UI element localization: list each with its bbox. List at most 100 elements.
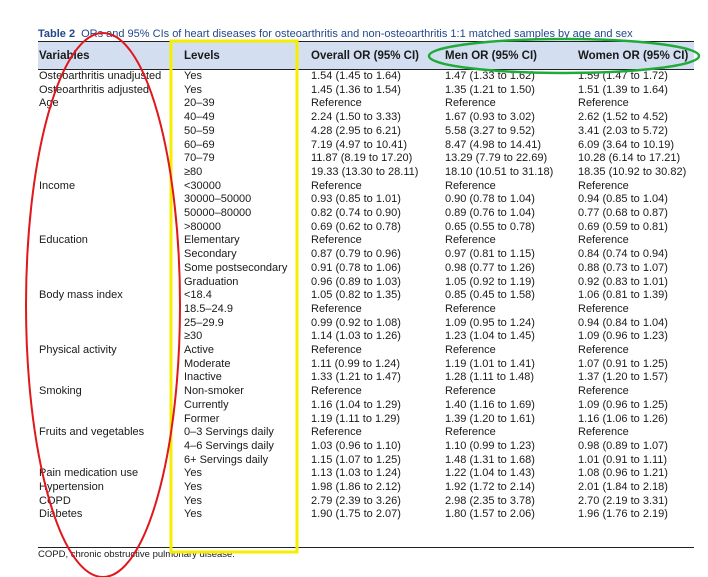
row-level: Yes xyxy=(184,494,202,507)
row-level: 40–49 xyxy=(184,111,215,124)
row-women-or: 0.94 (0.85 to 1.04) xyxy=(578,193,668,206)
row-overall-or: 2.79 (2.39 to 3.26) xyxy=(311,494,401,507)
row-overall-or: Reference xyxy=(311,234,362,247)
row-men-or: 0.98 (0.77 to 1.26) xyxy=(445,261,535,274)
row-women-or: 1.16 (1.06 to 1.26) xyxy=(578,412,668,425)
row-level: Yes xyxy=(184,481,202,493)
row-variable: Fruits and vegetables xyxy=(39,426,145,439)
row-men-or: 2.98 (2.35 to 3.78) xyxy=(445,494,535,507)
row-level: Inactive xyxy=(184,371,222,384)
row-level: Yes xyxy=(184,70,202,82)
row-women-or: 0.92 (0.83 to 1.01) xyxy=(578,275,668,288)
row-overall-or: Reference xyxy=(311,97,362,110)
document-page: Table 2 ORs and 95% CIs of heart diseases… xyxy=(0,0,708,577)
row-variable: Education xyxy=(39,234,88,247)
row-overall-or: 1.14 (1.03 to 1.26) xyxy=(311,330,401,343)
row-level: <30000 xyxy=(184,179,222,192)
row-women-or: 6.09 (3.64 to 10.19) xyxy=(578,138,675,151)
row-variable: Body mass index xyxy=(39,289,123,302)
row-women-or: 2.70 (2.19 to 3.31) xyxy=(578,494,668,507)
row-level: Secondary xyxy=(184,248,237,261)
row-women-or: 0.69 (0.59 to 0.81) xyxy=(578,220,668,233)
row-variable: Pain medication use xyxy=(39,467,139,480)
row-women-or: Reference xyxy=(578,234,629,247)
row-overall-or: 1.13 (1.03 to 1.24) xyxy=(311,467,401,480)
row-men-or: 1.10 (0.99 to 1.23) xyxy=(445,439,535,452)
row-women-or: 1.96 (1.76 to 2.19) xyxy=(578,508,668,521)
row-men-or: 1.19 (1.01 to 1.41) xyxy=(445,357,535,370)
row-men-or: Reference xyxy=(445,97,496,110)
row-level: 50–59 xyxy=(184,124,215,137)
row-overall-or: 19.33 (13.30 to 28.11) xyxy=(311,165,419,178)
row-men-or: 1.28 (1.11 to 1.48) xyxy=(445,371,535,384)
row-overall-or: 1.19 (1.11 to 1.29) xyxy=(311,412,401,425)
table-caption: Table 2 ORs and 95% CIs of heart diseases… xyxy=(38,27,694,41)
row-women-or: Reference xyxy=(578,302,629,315)
row-level: >80000 xyxy=(184,220,222,233)
row-overall-or: 4.28 (2.95 to 6.21) xyxy=(311,124,401,137)
row-women-or: Reference xyxy=(578,344,629,356)
row-variable: Smoking xyxy=(39,385,82,398)
row-men-or: 5.58 (3.27 to 9.52) xyxy=(445,124,535,137)
row-men-or: 1.80 (1.57 to 2.06) xyxy=(445,508,535,521)
row-overall-or: 1.15 (1.07 to 1.25) xyxy=(311,453,401,466)
row-overall-or: 0.69 (0.62 to 0.78) xyxy=(311,220,401,233)
row-level: 60–69 xyxy=(184,138,215,151)
row-women-or: 1.08 (0.96 to 1.21) xyxy=(578,467,668,480)
caption-text: ORs and 95% CIs of heart diseases for os… xyxy=(81,28,633,40)
row-overall-or: 1.03 (0.96 to 1.10) xyxy=(311,439,401,452)
top-rule xyxy=(38,41,694,42)
header-women: Women OR (95% CI) xyxy=(578,50,689,62)
row-level: Non-smoker xyxy=(184,385,244,398)
row-men-or: Reference xyxy=(445,234,496,247)
row-level: Yes xyxy=(184,83,202,96)
header-overall: Overall OR (95% CI) xyxy=(311,50,420,62)
row-overall-or: 0.96 (0.89 to 1.03) xyxy=(311,275,401,288)
row-overall-or: 0.87 (0.79 to 0.96) xyxy=(311,248,401,261)
row-men-or: 1.05 (0.92 to 1.19) xyxy=(445,275,535,288)
row-men-or: 0.90 (0.78 to 1.04) xyxy=(445,193,535,206)
row-level: 70–79 xyxy=(184,152,215,165)
row-level: 0–3 Servings daily xyxy=(184,426,274,439)
row-women-or: Reference xyxy=(578,426,629,439)
row-women-or: 0.94 (0.84 to 1.04) xyxy=(578,316,668,329)
row-women-or: 0.88 (0.73 to 1.07) xyxy=(578,261,668,274)
row-level: Some postsecondary xyxy=(184,261,288,274)
row-men-or: 1.39 (1.20 to 1.61) xyxy=(445,412,535,425)
row-variable: Hypertension xyxy=(39,481,104,493)
row-level: Moderate xyxy=(184,357,231,370)
header-variables: Variables xyxy=(39,50,90,62)
row-variable: Physical activity xyxy=(39,344,117,356)
row-level: ≥80 xyxy=(184,165,203,178)
row-men-or: Reference xyxy=(445,385,496,398)
row-women-or: 1.37 (1.20 to 1.57) xyxy=(578,371,668,384)
row-level: 25–29.9 xyxy=(184,316,224,329)
row-overall-or: 1.33 (1.21 to 1.47) xyxy=(311,371,401,384)
row-men-or: 0.97 (0.81 to 1.15) xyxy=(445,248,535,261)
row-overall-or: 0.93 (0.85 to 1.01) xyxy=(311,193,401,206)
row-women-or: Reference xyxy=(578,385,629,398)
row-variable: Osteoarthritis adjusted xyxy=(39,83,150,96)
row-men-or: 8.47 (4.98 to 14.41) xyxy=(445,138,542,151)
row-men-or: 0.89 (0.76 to 1.04) xyxy=(445,207,535,219)
row-level: 30000–50000 xyxy=(184,193,252,206)
row-men-or: 1.92 (1.72 to 2.14) xyxy=(445,481,535,493)
table-number: Table 2 xyxy=(38,28,76,40)
row-variable: Income xyxy=(39,179,76,192)
row-men-or: 1.47 (1.33 to 1.62) xyxy=(445,70,535,82)
row-women-or: 1.59 (1.47 to 1.72) xyxy=(578,70,668,82)
row-men-or: Reference xyxy=(445,179,496,192)
row-overall-or: 2.24 (1.50 to 3.33) xyxy=(311,111,401,124)
row-men-or: 18.10 (10.51 to 31.18) xyxy=(445,165,554,178)
row-overall-or: Reference xyxy=(311,179,362,192)
row-women-or: Reference xyxy=(578,97,629,110)
row-overall-or: 0.91 (0.78 to 1.06) xyxy=(311,261,401,274)
row-women-or: 1.07 (0.91 to 1.25) xyxy=(578,357,668,370)
row-women-or: 3.41 (2.03 to 5.72) xyxy=(578,124,668,137)
row-overall-or: 1.98 (1.86 to 2.12) xyxy=(311,481,401,493)
row-women-or: Reference xyxy=(578,179,629,192)
row-women-or: 1.06 (0.81 to 1.39) xyxy=(578,289,668,302)
row-level: Currently xyxy=(184,398,229,411)
row-level: Yes xyxy=(184,508,202,521)
row-overall-or: Reference xyxy=(311,385,362,398)
